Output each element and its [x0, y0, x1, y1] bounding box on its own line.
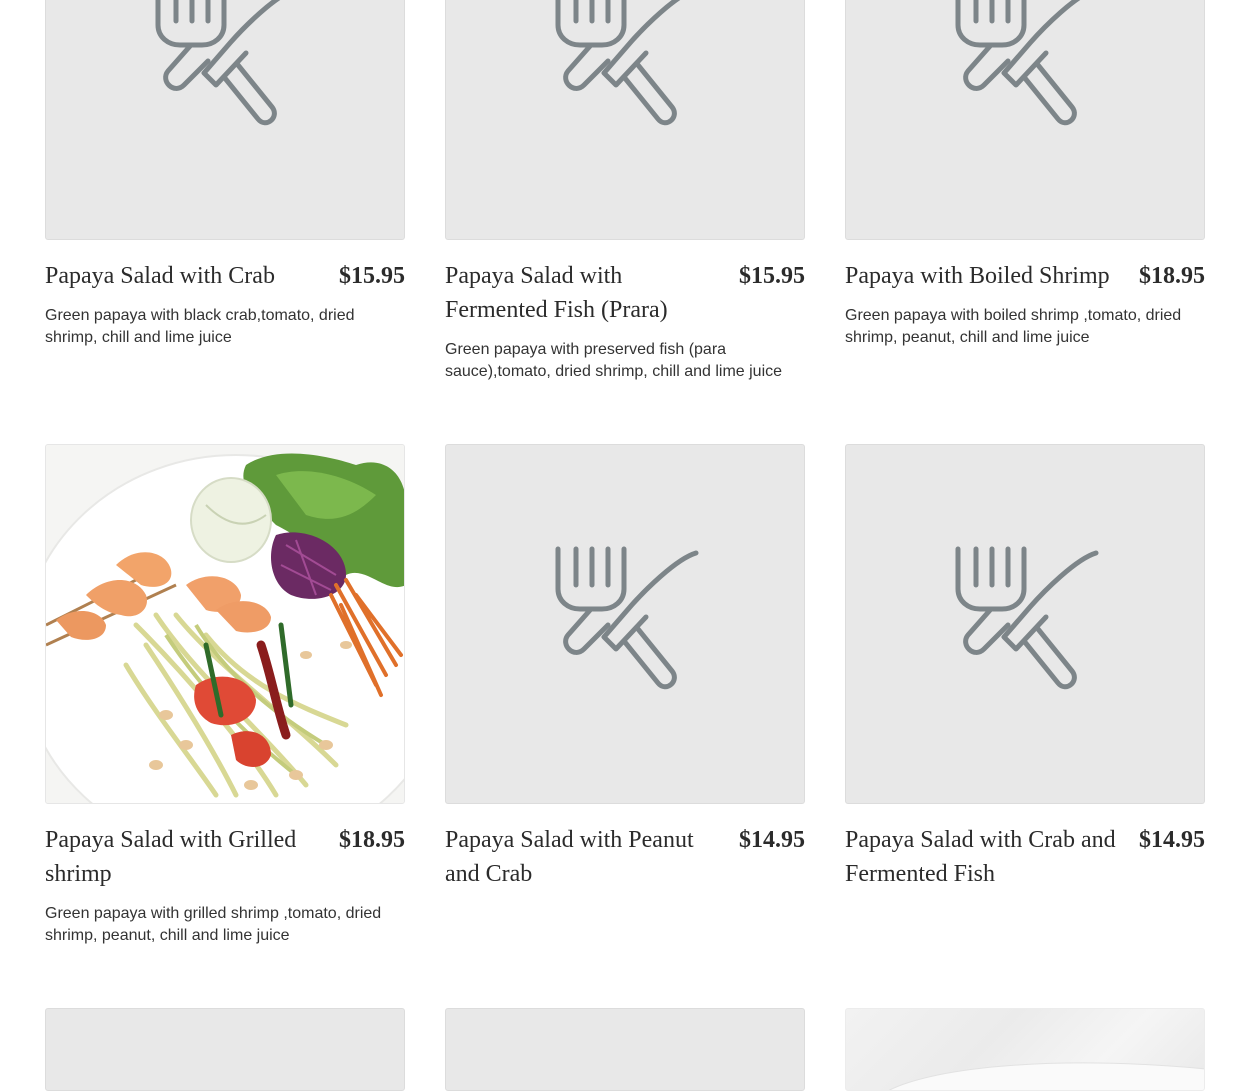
fork-knife-icon — [555, 546, 699, 690]
dish-photo — [46, 445, 404, 803]
menu-item-price: $14.95 — [1139, 827, 1205, 853]
menu-item-image[interactable] — [845, 0, 1205, 240]
menu-item-name[interactable]: Papaya Salad with Crab and Fermented Fis… — [845, 823, 1130, 891]
menu-item-price: $15.95 — [339, 263, 405, 289]
fork-knife-icon — [555, 0, 681, 126]
menu-item-description: Green papaya with preserved fish (para s… — [445, 341, 783, 380]
menu-item-image[interactable] — [845, 444, 1205, 804]
menu-item-image[interactable] — [45, 0, 405, 240]
menu-item-image[interactable] — [45, 444, 405, 804]
menu-item-name[interactable]: Papaya with Boiled Shrimp — [845, 259, 1135, 293]
menu-item-image[interactable] — [845, 1008, 1205, 1091]
menu-item-image[interactable] — [445, 444, 805, 804]
menu-item-image[interactable] — [445, 0, 805, 240]
menu-item-price: $18.95 — [1139, 263, 1205, 289]
menu-item-price: $15.95 — [739, 263, 805, 289]
menu-item-name[interactable]: Papaya Salad with Fermented Fish (Prara) — [445, 259, 715, 327]
menu-item-description: Green papaya with boiled shrimp ,tomato,… — [845, 307, 1182, 346]
menu-item-image[interactable] — [45, 1008, 405, 1091]
menu-item-price: $18.95 — [339, 827, 405, 853]
fork-knife-icon — [955, 0, 1081, 126]
menu-grid: Papaya Salad with Crab $15.95 Green papa… — [0, 0, 1250, 1091]
fork-knife-icon — [155, 0, 281, 126]
dish-photo — [888, 1062, 1204, 1090]
fork-knife-icon — [955, 546, 1099, 690]
menu-item-image[interactable] — [445, 1008, 805, 1091]
menu-item-price: $14.95 — [739, 827, 805, 853]
menu-item-description: Green papaya with black crab,tomato, dri… — [45, 307, 355, 346]
menu-item-name[interactable]: Papaya Salad with Grilled shrimp — [45, 823, 315, 891]
menu-item-name[interactable]: Papaya Salad with Peanut and Crab — [445, 823, 715, 891]
menu-item-name[interactable]: Papaya Salad with Crab — [45, 259, 315, 293]
menu-item-description: Green papaya with grilled shrimp ,tomato… — [45, 905, 382, 944]
